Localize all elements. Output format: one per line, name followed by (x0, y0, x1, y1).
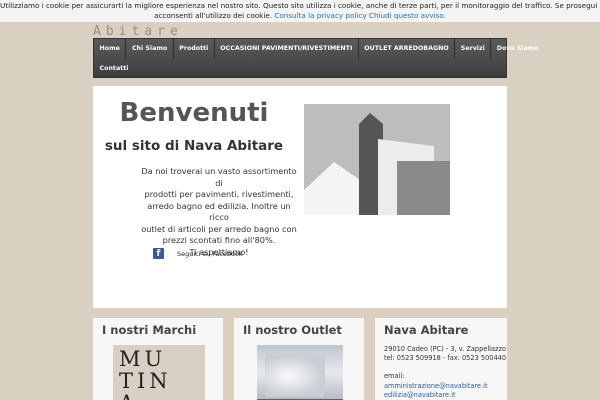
intro-line: outlet di articoli per arredo bagno con (141, 223, 297, 234)
welcome-panel: Benvenuti sul sito di Nava Abitare Da no… (93, 86, 507, 308)
brand-logo-line: A (119, 393, 138, 400)
nav-prodotti[interactable]: Prodotti (172, 39, 214, 59)
address-text: 29010 Cadeo (PC) - 3, v. Zappellazzo (384, 345, 506, 353)
privacy-policy-link[interactable]: Consulta la privacy policy (274, 11, 366, 20)
intro-line: Da noi troverai un vasto assortimento di (141, 166, 297, 188)
nav-home[interactable]: Home (94, 39, 125, 59)
logo-subtitle: Abitare (93, 24, 183, 39)
facebook-link[interactable]: f Seguici su Facebook (153, 248, 243, 259)
nav-row-2: Contatti (94, 59, 134, 79)
intro-line: prezzi scontati fino all'80%. (162, 235, 276, 245)
facebook-icon[interactable]: f (153, 248, 164, 259)
page-title: Benvenuti (119, 98, 269, 128)
nav-contatti[interactable]: Contatti (94, 59, 134, 79)
email-label: email: (384, 372, 405, 381)
email-link-edilizia[interactable]: edilizia@navabitare.it (384, 391, 508, 400)
nav-outlet-arredobagno[interactable]: OUTLET ARREDOBAGNO (357, 39, 454, 59)
cookie-banner: Utilizziamo i cookie per assicurarti la … (0, 0, 600, 22)
contact-title: Nava Abitare (384, 323, 469, 337)
outlet-title: Il nostro Outlet (243, 323, 342, 337)
nav-row-1: Home Chi Siamo Prodotti OCCASIONI PAVIME… (94, 39, 544, 59)
outlet-photo[interactable] (257, 345, 343, 400)
intro-line: arredo bagno ed edilizia. Inoltre un ric… (147, 200, 291, 223)
nav-dove-siamo[interactable]: Dove Siamo (490, 39, 544, 59)
brand-logo-image[interactable]: MU TIN A (113, 345, 205, 400)
cookie-text-line1: Utilizziamo i cookie per assicurarti la … (0, 1, 600, 10)
contact-box: Nava Abitare 29010 Cadeo (PC) - 3, v. Za… (375, 318, 507, 400)
page-subtitle: sul sito di Nava Abitare (104, 138, 284, 154)
outlet-box: Il nostro Outlet (234, 318, 364, 400)
phone-text: tel: 0523 509918 - fax: 0523 500440 (384, 354, 507, 363)
brand-logo-line: TIN (119, 369, 172, 393)
brands-title: I nostri Marchi (102, 323, 197, 337)
intro-line: prodotti per pavimenti, rivestimenti, (144, 189, 294, 199)
brands-box: I nostri Marchi MU TIN A (93, 318, 223, 400)
email-link-admin[interactable]: amministrazione@navabitare.it (384, 382, 508, 391)
main-navigation: Home Chi Siamo Prodotti OCCASIONI PAVIME… (93, 38, 539, 79)
nav-chi-siamo[interactable]: Chi Siamo (125, 39, 172, 59)
close-cookie-link[interactable]: Chiudi questo avviso. (369, 11, 446, 20)
buildings-illustration (304, 104, 450, 215)
nav-occasioni[interactable]: OCCASIONI PAVIMENTI/RIVESTIMENTI (213, 39, 358, 59)
brand-logo-line: MU (119, 347, 167, 371)
cube-shape (397, 161, 450, 215)
contact-info: 29010 Cadeo (PC) - 3, v. Zappellazzo tel… (384, 345, 508, 400)
cookie-text-line2: acconsenti all'utilizzo dei cookie. (154, 11, 273, 20)
facebook-label[interactable]: Seguici su Facebook (177, 250, 243, 258)
intro-text: Da noi troverai un vasto assortimento di… (141, 166, 297, 258)
nav-servizi[interactable]: Servizi (454, 39, 490, 59)
